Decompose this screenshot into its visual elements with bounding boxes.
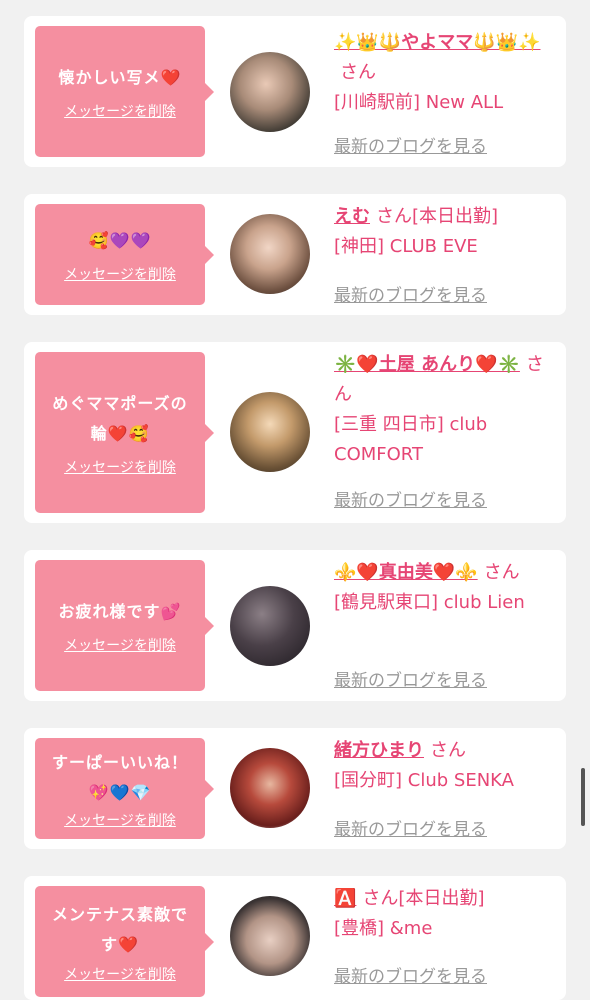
honorific: さん — [362, 888, 399, 909]
honorific: さん — [340, 62, 376, 83]
shop-name: [三重 四日市] club COMFORT — [334, 414, 488, 465]
delete-message-link[interactable]: メッセージを削除 — [64, 457, 176, 477]
latest-blog-link[interactable]: 最新のブログを見る — [334, 962, 487, 987]
latest-blog-link[interactable]: 最新のブログを見る — [334, 666, 487, 691]
shop-name: [国分町] Club SENKA — [334, 770, 514, 791]
message-text: 懐かしい写メ❤️ — [58, 67, 182, 87]
delete-message-link[interactable]: メッセージを削除 — [64, 964, 176, 984]
shop-name: [鶴見駅東口] club Lien — [334, 592, 525, 613]
shop-name: [川崎駅前] New ALL — [334, 92, 504, 113]
message-text: すーぱーいいね！ — [51, 752, 188, 772]
avatar[interactable] — [230, 214, 310, 294]
honorific: さん — [483, 562, 520, 583]
message-text-line2: す❤️ — [101, 934, 139, 954]
scrollbar[interactable] — [581, 768, 585, 826]
message-text: メンテナス素敵で — [51, 904, 188, 924]
latest-blog-link[interactable]: 最新のブログを見る — [334, 486, 487, 511]
cast-name-link[interactable]: 🅰️ — [334, 888, 356, 909]
status-badge: [本日出勤] — [412, 206, 499, 227]
message-bubble: すーぱーいいね！ 💖💙💎 メッセージを削除 — [35, 738, 214, 839]
honorific: さん — [430, 740, 466, 761]
delete-message-link[interactable]: メッセージを削除 — [64, 810, 176, 830]
message-bubble: メンテナス素敵で す❤️ メッセージを削除 — [35, 886, 214, 997]
list-item: すーぱーいいね！ 💖💙💎 メッセージを削除 緒方ひまり さん [国分町] Club… — [24, 728, 566, 849]
avatar[interactable] — [230, 748, 310, 828]
shop-name: [神田] CLUB EVE — [334, 236, 478, 257]
list-item: 懐かしい写メ❤️ メッセージを削除 ✨👑🔱やよママ🔱👑✨ さん [川崎駅前] Ne… — [24, 16, 566, 167]
cast-name-link[interactable]: ✨👑🔱やよママ🔱👑✨ — [334, 32, 540, 53]
list-item: お疲れ様です💕 メッセージを削除 ⚜️❤️真由美❤️⚜️ さん [鶴見駅東口] c… — [24, 550, 566, 701]
shop-name: [豊橋] &me — [334, 918, 433, 939]
delete-message-link[interactable]: メッセージを削除 — [64, 264, 176, 284]
cast-name-link[interactable]: 緒方ひまり — [334, 740, 424, 761]
message-list: 懐かしい写メ❤️ メッセージを削除 ✨👑🔱やよママ🔱👑✨ さん [川崎駅前] Ne… — [0, 0, 590, 1000]
delete-message-link[interactable]: メッセージを削除 — [64, 101, 176, 121]
message-bubble: めぐママポーズの 輪❤️🥰 メッセージを削除 — [35, 352, 214, 513]
message-bubble: お疲れ様です💕 メッセージを削除 — [35, 560, 214, 691]
avatar[interactable] — [230, 586, 310, 666]
avatar[interactable] — [230, 392, 310, 472]
avatar[interactable] — [230, 52, 310, 132]
list-item: 🥰💜💜 メッセージを削除 えむ さん[本日出勤] [神田] CLUB EVE 最新… — [24, 194, 566, 315]
latest-blog-link[interactable]: 最新のブログを見る — [334, 815, 487, 840]
honorific: さん — [376, 206, 412, 227]
message-text: お疲れ様です💕 — [58, 601, 182, 621]
message-bubble: 懐かしい写メ❤️ メッセージを削除 — [35, 26, 214, 157]
message-text-line2: 💖💙💎 — [88, 782, 152, 802]
status-badge: [本日出勤] — [398, 888, 485, 909]
latest-blog-link[interactable]: 最新のブログを見る — [334, 281, 487, 306]
message-text: 🥰💜💜 — [88, 230, 152, 250]
cast-name-link[interactable]: えむ — [334, 206, 370, 227]
delete-message-link[interactable]: メッセージを削除 — [64, 635, 176, 655]
avatar[interactable] — [230, 896, 310, 976]
cast-name-link[interactable]: ✳️❤️土屋 あんり❤️✳️ — [334, 354, 520, 375]
message-text-line2: 輪❤️🥰 — [90, 423, 150, 443]
cast-name-link[interactable]: ⚜️❤️真由美❤️⚜️ — [334, 562, 478, 583]
latest-blog-link[interactable]: 最新のブログを見る — [334, 132, 487, 157]
message-bubble: 🥰💜💜 メッセージを削除 — [35, 204, 214, 305]
message-text: めぐママポーズの — [52, 393, 188, 413]
list-item: めぐママポーズの 輪❤️🥰 メッセージを削除 ✳️❤️土屋 あんり❤️✳️ さん … — [24, 342, 566, 523]
list-item: メンテナス素敵で す❤️ メッセージを削除 🅰️ さん[本日出勤] [豊橋] &m… — [24, 876, 566, 1000]
